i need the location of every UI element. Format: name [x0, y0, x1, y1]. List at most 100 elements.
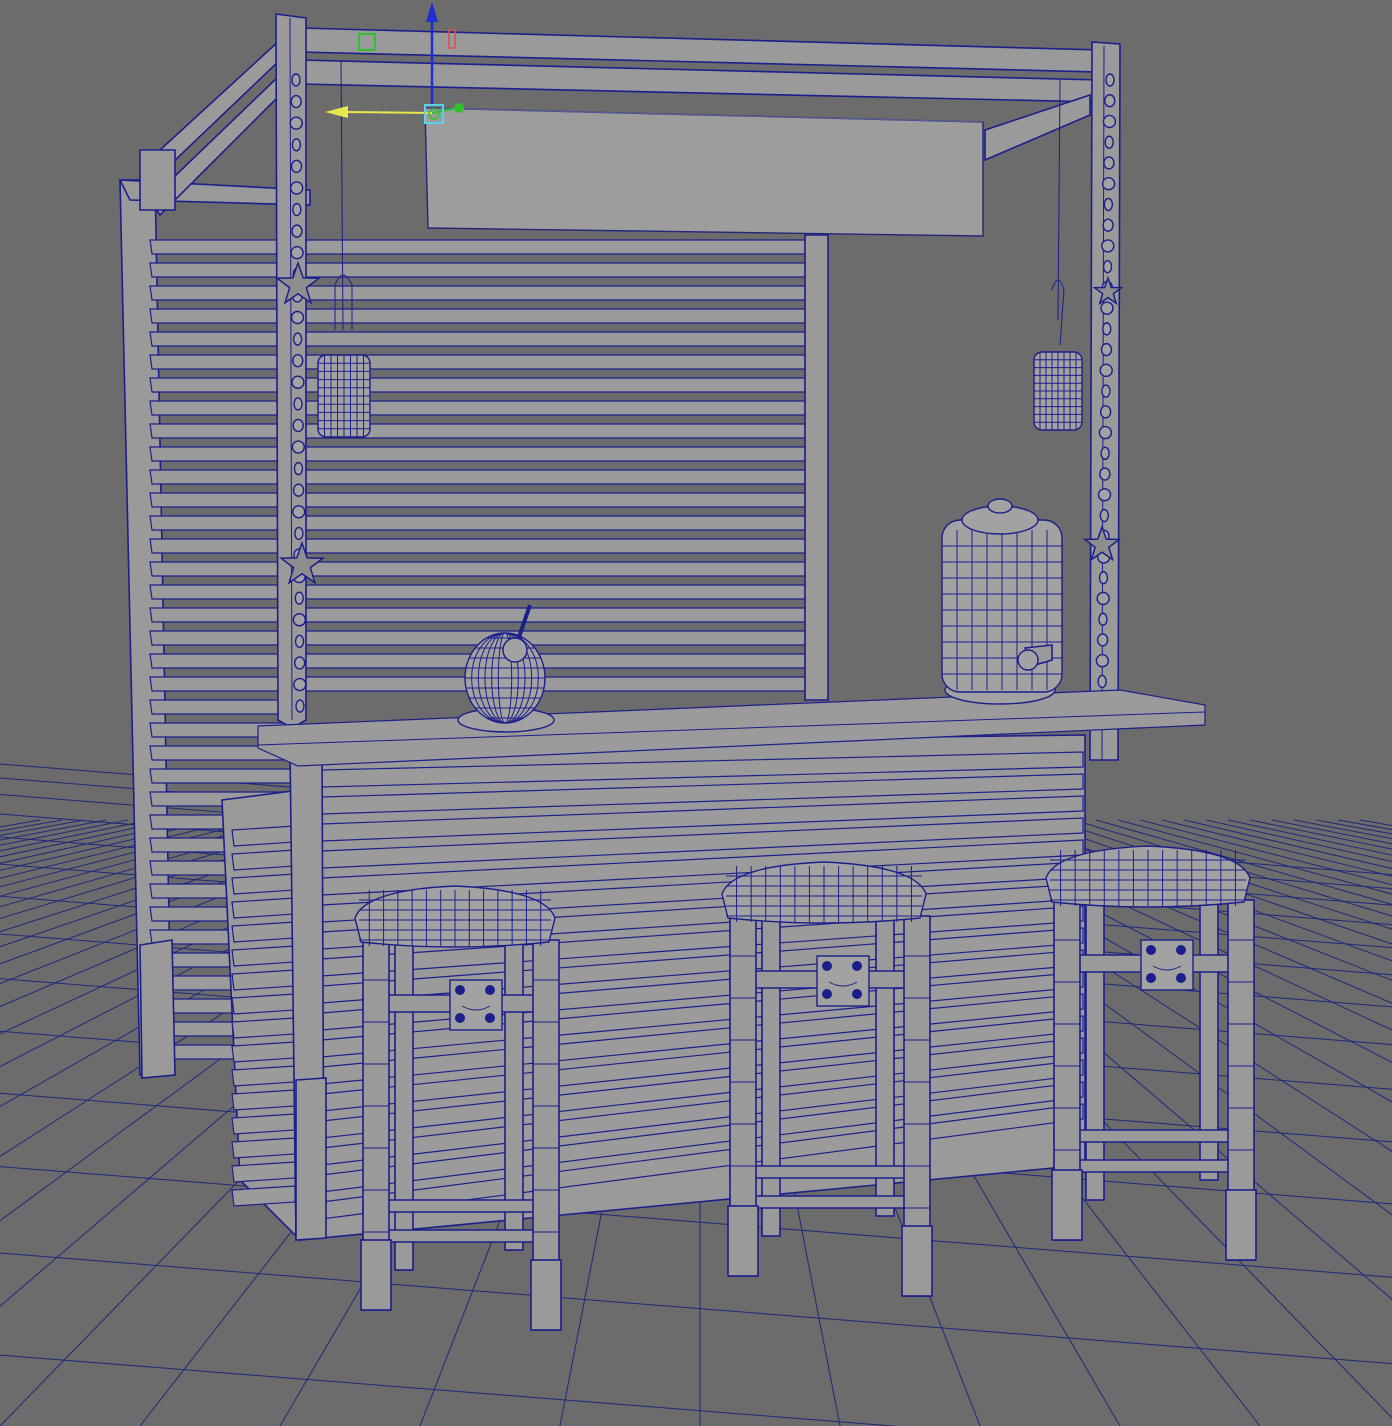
- floor-grid-line: [0, 1354, 899, 1426]
- wall-slat: [149, 446, 806, 462]
- seashell-icon: [290, 159, 303, 174]
- bolt-icon: [1176, 973, 1186, 983]
- counter-side-slat: [231, 897, 296, 919]
- seashell-icon: [1096, 633, 1109, 647]
- seashell-icon: [1099, 467, 1111, 481]
- floor-grid-line: [1161, 819, 1392, 877]
- floor-grid-line: [0, 819, 85, 836]
- seashell-icon: [1103, 197, 1114, 212]
- seashell-icon: [293, 677, 307, 692]
- stool-leg-foot: [1051, 1169, 1083, 1241]
- bolt-icon: [455, 985, 465, 995]
- stool-leg-foot: [1225, 1189, 1257, 1261]
- seashell-icon: [293, 656, 306, 670]
- counter-side-slat: [231, 825, 296, 847]
- bolt-icon: [822, 961, 832, 971]
- bolt-icon: [455, 1013, 465, 1023]
- seashell-icon: [292, 202, 302, 217]
- wall-slat: [149, 285, 806, 301]
- wall-slat: [149, 239, 806, 255]
- wall-slat: [149, 400, 806, 416]
- stool-foot-rail: [362, 1199, 554, 1213]
- seashell-icon: [291, 440, 306, 454]
- sign-board-face[interactable]: [424, 107, 984, 237]
- counter-side-slat: [231, 993, 296, 1015]
- bar-stool-3[interactable]: [1045, 845, 1257, 1261]
- bolt-icon: [1176, 945, 1186, 955]
- bolt-icon: [1146, 973, 1156, 983]
- bar-counter[interactable]: [221, 734, 1086, 1242]
- seashell-icon: [1100, 446, 1110, 461]
- bolt-icon: [852, 961, 862, 971]
- wall-slat: [149, 377, 806, 393]
- frame-front-right-post: [1089, 41, 1121, 761]
- frame-right-diagonal: [984, 93, 1091, 162]
- seashell-icon: [290, 310, 305, 325]
- seashell-icon: [292, 418, 304, 433]
- seashell-icon: [289, 116, 303, 130]
- y-axis-arrow-icon[interactable]: [426, 2, 438, 22]
- dispenser-tap: [1017, 649, 1039, 671]
- seashell-icon: [1102, 259, 1113, 274]
- x-axis-arrow-icon[interactable]: [325, 106, 348, 118]
- seashell-icon: [294, 591, 304, 605]
- wall-right-post: [804, 234, 829, 701]
- seashell-icon: [289, 181, 304, 195]
- coconut-drink[interactable]: [457, 604, 555, 733]
- z-axis-handle-icon[interactable]: [454, 103, 464, 113]
- stool-back-leg: [1085, 899, 1105, 1201]
- bolt-icon: [485, 985, 495, 995]
- counter-side-slat: [231, 921, 296, 943]
- counter-side-slat: [231, 945, 296, 967]
- 3d-viewport[interactable]: [0, 0, 1392, 1426]
- wall-slat: [149, 584, 806, 600]
- seashell-icon: [1098, 425, 1113, 440]
- seashell-icon: [1101, 384, 1111, 398]
- wall-slat: [149, 515, 806, 531]
- stool-foot-rail-front: [1053, 1159, 1249, 1173]
- seashell-icon: [1102, 114, 1117, 129]
- dispenser-knob: [987, 498, 1013, 514]
- floor-grid-line: [1337, 819, 1392, 831]
- wall-slat: [149, 469, 806, 485]
- counter-side-slat: [231, 1041, 296, 1063]
- seashell-icon: [1098, 612, 1108, 626]
- drink-dispenser[interactable]: [941, 498, 1063, 705]
- scene-canvas[interactable]: [0, 0, 1392, 1426]
- counter-side-slat: [231, 1065, 296, 1087]
- coconut-garnish: [502, 637, 528, 663]
- floor-grid-line: [0, 1252, 1392, 1365]
- seashell-icon: [1104, 94, 1116, 108]
- seashell-icon: [291, 73, 301, 87]
- stool-leg-foot: [901, 1225, 933, 1297]
- floor-grid-line: [0, 819, 151, 852]
- manipulator-x-axis[interactable]: [344, 111, 433, 114]
- counter-side-slat: [231, 873, 296, 895]
- wall-slat: [149, 262, 806, 278]
- counter-side-slat: [231, 1113, 296, 1135]
- counter-post-foot: [295, 1077, 327, 1241]
- seashell-icon: [293, 397, 303, 411]
- counter-side-slat: [231, 969, 296, 991]
- seashell-icon: [1099, 405, 1112, 419]
- bolt-icon: [822, 989, 832, 999]
- bolt-icon: [852, 989, 862, 999]
- stool-foot-rail-front: [729, 1195, 925, 1209]
- wall-slat: [149, 607, 806, 623]
- bolt-icon: [1146, 945, 1156, 955]
- wall-slat: [149, 630, 806, 646]
- seashell-icon: [1100, 342, 1113, 357]
- wall-slat: [149, 354, 806, 370]
- floor-grid-line: [0, 819, 107, 841]
- seashell-icon: [291, 224, 303, 238]
- wall-slat: [149, 768, 301, 784]
- stool-leg-foot: [530, 1259, 562, 1331]
- seashell-icon: [1102, 322, 1112, 336]
- wall-slat: [149, 308, 806, 324]
- seashell-icon: [290, 246, 304, 260]
- seashell-icon: [1099, 363, 1113, 378]
- floor-grid-line: [0, 819, 41, 828]
- sign-board[interactable]: [424, 107, 984, 237]
- seashell-icon: [292, 483, 305, 497]
- wall-slat: [149, 492, 806, 508]
